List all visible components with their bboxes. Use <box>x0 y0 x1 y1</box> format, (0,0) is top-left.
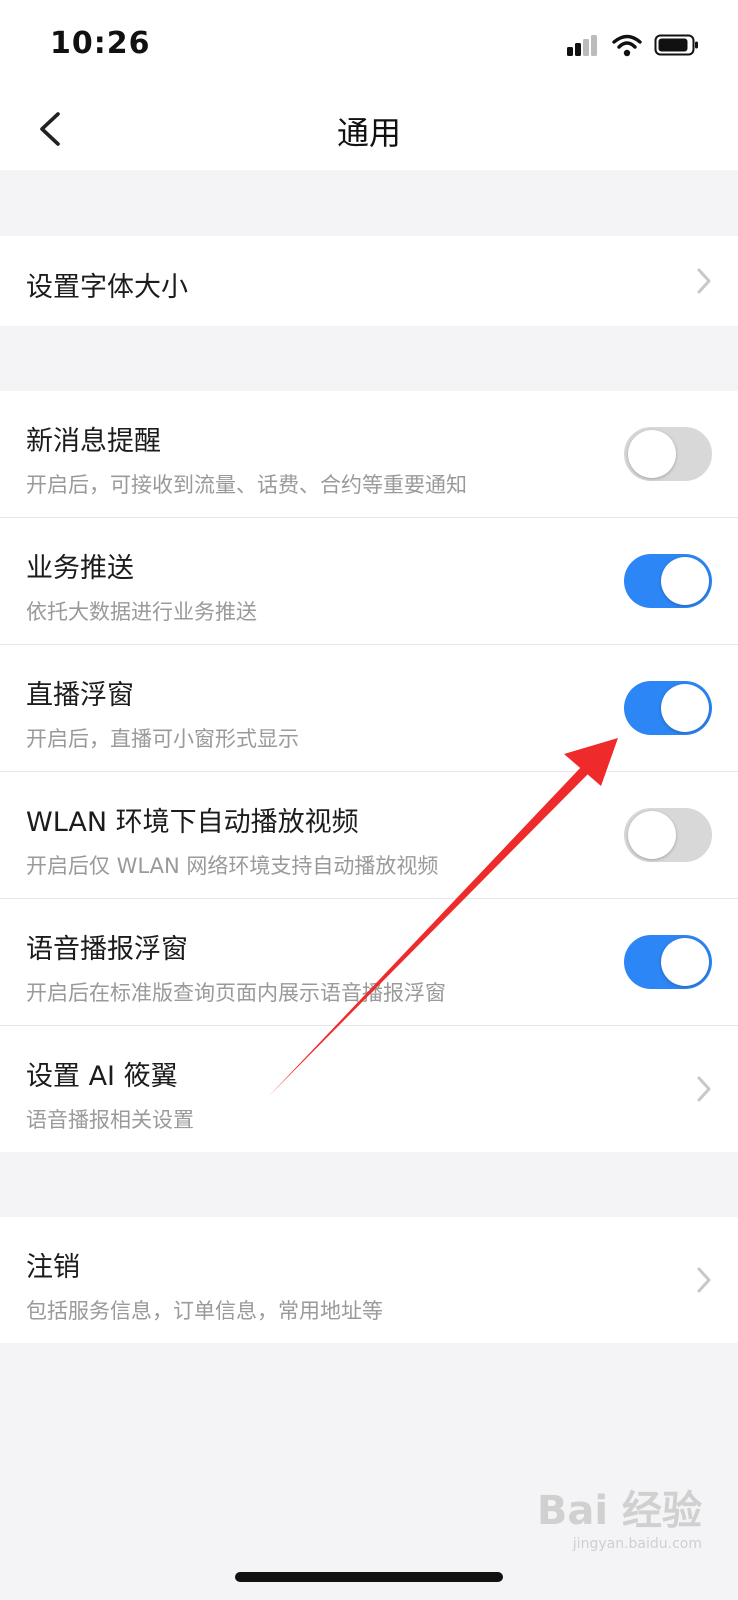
row-subtitle: 语音播报相关设置 <box>26 1108 194 1132</box>
watermark-url: jingyan.baidu.com <box>572 1536 702 1552</box>
row-title: WLAN 环境下自动播放视频 <box>26 807 359 838</box>
settings-row-cancel-account[interactable]: 注销 包括服务信息，订单信息，常用地址等 <box>0 1217 738 1343</box>
status-icons <box>566 32 700 58</box>
settings-row-live-float-window[interactable]: 直播浮窗 开启后，直播可小窗形式显示 <box>0 645 738 772</box>
toggle-knob <box>628 811 676 859</box>
row-title: 直播浮窗 <box>26 680 134 711</box>
row-title: 注销 <box>26 1252 80 1283</box>
toggle-knob <box>661 938 709 986</box>
status-time: 10:26 <box>50 26 151 61</box>
settings-group-font: 设置字体大小 <box>0 236 738 326</box>
settings-row-font-size[interactable]: 设置字体大小 <box>0 236 738 326</box>
settings-group-account: 注销 包括服务信息，订单信息，常用地址等 <box>0 1217 738 1343</box>
wlan-autoplay-toggle[interactable] <box>624 808 712 862</box>
row-title: 设置 AI 筱翼 <box>26 1061 178 1092</box>
row-subtitle: 开启后，可接收到流量、话费、合约等重要通知 <box>26 473 467 497</box>
settings-row-business-push[interactable]: 业务推送 依托大数据进行业务推送 <box>0 518 738 645</box>
voice-float-window-toggle[interactable] <box>624 935 712 989</box>
settings-row-new-message-alert[interactable]: 新消息提醒 开启后，可接收到流量、话费、合约等重要通知 <box>0 391 738 518</box>
settings-group-notifications: 新消息提醒 开启后，可接收到流量、话费、合约等重要通知 业务推送 依托大数据进行… <box>0 391 738 1152</box>
row-title: 业务推送 <box>26 553 134 584</box>
wifi-icon <box>612 34 642 57</box>
row-subtitle: 开启后在标准版查询页面内展示语音播报浮窗 <box>26 981 446 1005</box>
new-message-alert-toggle[interactable] <box>624 427 712 481</box>
row-title: 语音播报浮窗 <box>26 934 188 965</box>
settings-row-wlan-autoplay[interactable]: WLAN 环境下自动播放视频 开启后仅 WLAN 网络环境支持自动播放视频 <box>0 772 738 899</box>
row-subtitle: 开启后，直播可小窗形式显示 <box>26 727 299 751</box>
business-push-toggle[interactable] <box>624 554 712 608</box>
nav-bar: 通用 <box>0 88 738 170</box>
row-subtitle: 包括服务信息，订单信息，常用地址等 <box>26 1299 383 1323</box>
toggle-knob <box>661 557 709 605</box>
page-title: 通用 <box>336 114 401 152</box>
live-float-window-toggle[interactable] <box>624 681 712 735</box>
chevron-right-icon <box>697 1267 711 1293</box>
chevron-right-icon <box>697 268 711 294</box>
watermark-brand: Bai 经验 <box>536 1488 702 1534</box>
signal-icon <box>567 35 597 56</box>
row-subtitle: 开启后仅 WLAN 网络环境支持自动播放视频 <box>26 854 439 878</box>
battery-icon <box>654 34 698 56</box>
status-bar: 10:26 <box>0 0 738 88</box>
row-title: 新消息提醒 <box>26 426 161 457</box>
home-indicator <box>235 1572 503 1582</box>
row-subtitle: 依托大数据进行业务推送 <box>26 600 257 624</box>
row-title: 设置字体大小 <box>26 272 188 303</box>
chevron-right-icon <box>697 1076 711 1102</box>
toggle-knob <box>661 684 709 732</box>
settings-row-voice-float-window[interactable]: 语音播报浮窗 开启后在标准版查询页面内展示语音播报浮窗 <box>0 899 738 1026</box>
toggle-knob <box>628 430 676 478</box>
watermark: Bai 经验 jingyan.baidu.com <box>537 1478 702 1552</box>
settings-row-ai-assistant[interactable]: 设置 AI 筱翼 语音播报相关设置 <box>0 1026 738 1152</box>
